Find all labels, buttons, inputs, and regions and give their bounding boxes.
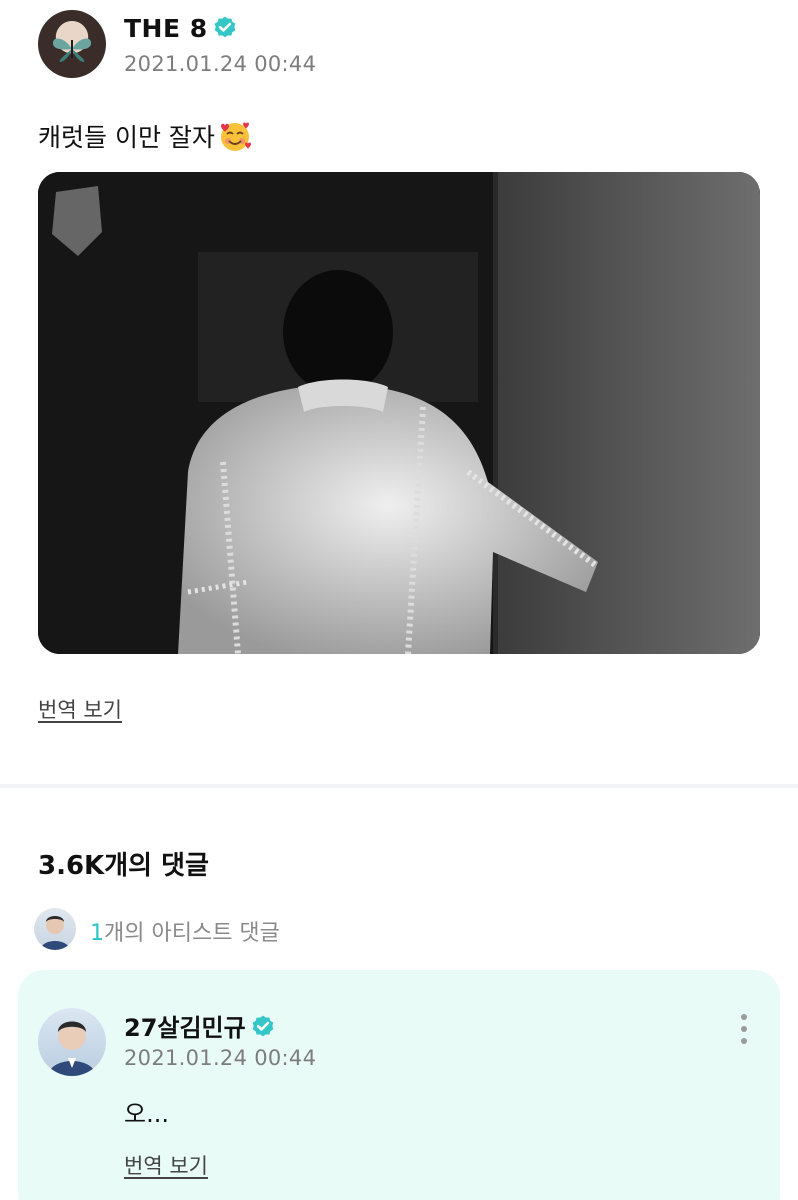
post-header: THE 8 2021.01.24 00:44 [38, 10, 738, 80]
avatar[interactable] [38, 10, 106, 78]
avatar[interactable] [38, 1008, 106, 1076]
verified-badge-icon [252, 1015, 274, 1037]
comment-text: 오... [124, 1100, 169, 1128]
comment-translate-link[interactable]: 번역 보기 [124, 1150, 208, 1180]
verified-badge-icon [214, 16, 235, 38]
comment-date: 2021.01.24 00:44 [124, 1046, 317, 1070]
post: THE 8 2021.01.24 00:44 캐럿들 이만 잘자 번역 보기 [0, 0, 798, 784]
comments-count-title: 3.6K개의 댓글 [38, 851, 209, 881]
comment-author-name[interactable]: 27살김민규 [124, 1014, 246, 1042]
photo-image [38, 172, 760, 654]
more-options-icon[interactable] [734, 1014, 754, 1048]
translate-link[interactable]: 번역 보기 [38, 694, 122, 724]
section-divider [0, 784, 798, 788]
artist-comment-count: 1 [90, 921, 104, 946]
author-name[interactable]: THE 8 [124, 14, 208, 43]
comment-author[interactable]: 27살김민규 [124, 1008, 276, 1043]
post-date: 2021.01.24 00:44 [124, 52, 317, 76]
person-icon [48, 1021, 96, 1076]
smiling-face-with-hearts-icon [220, 122, 251, 151]
artist-avatar [34, 908, 76, 950]
comment-card: 27살김민규 2021.01.24 00:44 오... 번역 보기 [18, 970, 780, 1200]
post-author[interactable]: THE 8 [124, 14, 238, 43]
artist-comment-text: 개의 아티스트 댓글 [104, 921, 280, 946]
person-icon [40, 916, 70, 950]
artist-comments-label: 1개의 아티스트 댓글 [90, 915, 280, 947]
post-body: 캐럿들 이만 잘자 [38, 123, 215, 152]
post-text: 캐럿들 이만 잘자 [38, 118, 253, 154]
post-photo[interactable] [38, 172, 760, 654]
butterfly-icon [52, 38, 92, 62]
